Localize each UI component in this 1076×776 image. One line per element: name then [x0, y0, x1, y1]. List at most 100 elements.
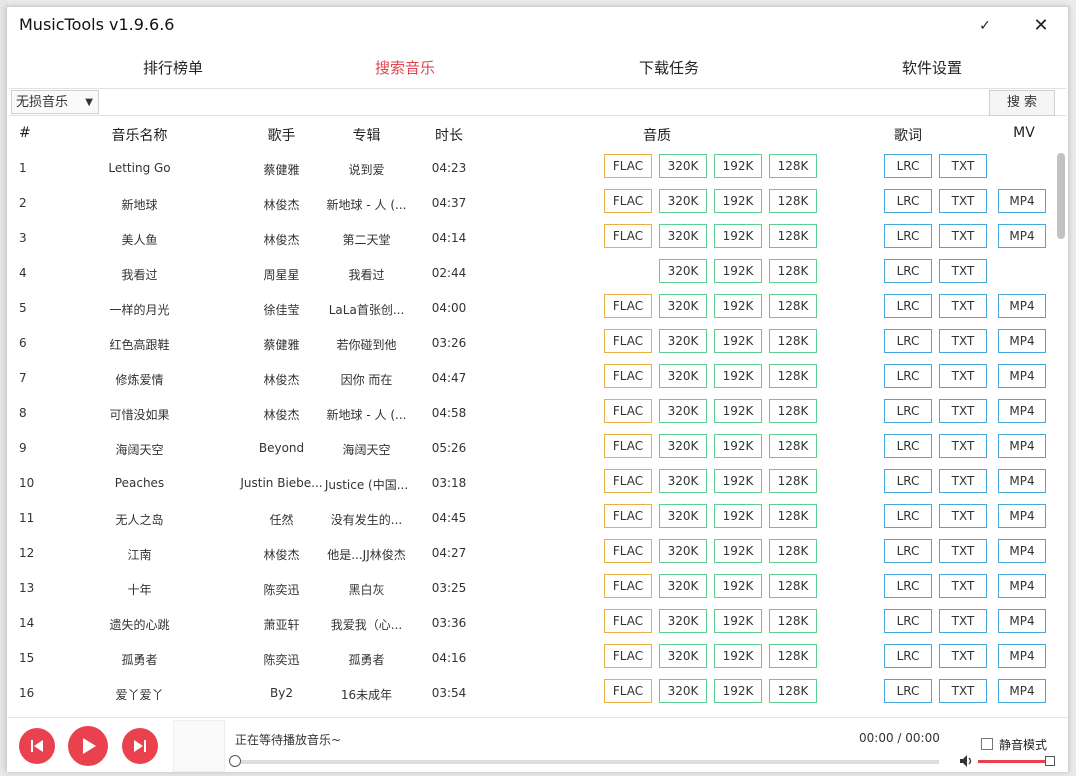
mp4-button[interactable]: MP4	[998, 469, 1046, 493]
song-row[interactable]: 16 爱丫爱丫 By2 16未成年 03:54 FLAC 320K 192K 128K LRC TX…	[7, 676, 1052, 711]
quality-192k-button[interactable]: 192K	[714, 329, 762, 353]
song-row[interactable]: 15 孤勇者 陈奕迅 孤勇者 04:16 FLAC 320K 192K 128K LRC TXT MP…	[7, 641, 1052, 676]
quality-320k-button[interactable]: 320K	[659, 469, 707, 493]
quality-320k-button[interactable]: 320K	[659, 539, 707, 563]
txt-button[interactable]: TXT	[939, 679, 987, 703]
flac-download-button[interactable]: FLAC	[604, 329, 652, 353]
quality-192k-button[interactable]: 192K	[714, 399, 762, 423]
mp4-button[interactable]: MP4	[998, 189, 1046, 213]
quality-128k-button[interactable]: 128K	[769, 504, 817, 528]
tab-search-music[interactable]: 搜索音乐	[335, 47, 475, 92]
quality-128k-button[interactable]: 128K	[769, 364, 817, 388]
quality-320k-button[interactable]: 320K	[659, 434, 707, 458]
txt-button[interactable]: TXT	[939, 154, 987, 178]
flac-download-button[interactable]: FLAC	[604, 189, 652, 213]
volume-handle[interactable]	[1045, 756, 1055, 766]
mp4-button[interactable]: MP4	[998, 504, 1046, 528]
quality-320k-button[interactable]: 320K	[659, 259, 707, 283]
txt-button[interactable]: TXT	[939, 644, 987, 668]
quality-128k-button[interactable]: 128K	[769, 434, 817, 458]
quality-filter-select[interactable]: 无损音乐 ▼	[11, 90, 99, 114]
progress-handle[interactable]	[229, 755, 241, 767]
quality-320k-button[interactable]: 320K	[659, 189, 707, 213]
quality-320k-button[interactable]: 320K	[659, 364, 707, 388]
lrc-button[interactable]: LRC	[884, 294, 932, 318]
song-row[interactable]: 9 海阔天空 Beyond 海阔天空 05:26 FLAC 320K 192K 128K LRC T…	[7, 431, 1052, 466]
txt-button[interactable]: TXT	[939, 574, 987, 598]
quality-192k-button[interactable]: 192K	[714, 644, 762, 668]
list-scrollbar[interactable]	[1057, 153, 1065, 239]
song-row[interactable]: 13 十年 陈奕迅 黑白灰 03:25 FLAC 320K 192K 128K LRC TXT MP4	[7, 571, 1052, 606]
song-row[interactable]: 14 遗失的心跳 萧亚轩 我爱我（心... 03:36 FLAC 320K 192K 128K L…	[7, 606, 1052, 641]
txt-button[interactable]: TXT	[939, 189, 987, 213]
txt-button[interactable]: TXT	[939, 294, 987, 318]
song-row[interactable]: 11 无人之岛 任然 没有发生的... 04:45 FLAC 320K 192K 128K LRC…	[7, 501, 1052, 536]
quality-192k-button[interactable]: 192K	[714, 259, 762, 283]
quality-320k-button[interactable]: 320K	[659, 504, 707, 528]
mp4-button[interactable]: MP4	[998, 364, 1046, 388]
tab-settings[interactable]: 软件设置	[862, 47, 1002, 89]
song-row[interactable]: 2 新地球 林俊杰 新地球 - 人 (... 04:37 FLAC 320K 192K 128K…	[7, 186, 1052, 221]
quality-320k-button[interactable]: 320K	[659, 224, 707, 248]
mp4-button[interactable]: MP4	[998, 679, 1046, 703]
quality-192k-button[interactable]: 192K	[714, 504, 762, 528]
song-row[interactable]: 5 一样的月光 徐佳莹 LaLa首张创... 04:00 FLAC 320K 192K 128K…	[7, 291, 1052, 326]
flac-download-button[interactable]: FLAC	[604, 154, 652, 178]
lrc-button[interactable]: LRC	[884, 329, 932, 353]
lrc-button[interactable]: LRC	[884, 679, 932, 703]
search-input[interactable]	[101, 90, 986, 114]
quality-128k-button[interactable]: 128K	[769, 399, 817, 423]
quality-320k-button[interactable]: 320K	[659, 154, 707, 178]
quality-128k-button[interactable]: 128K	[769, 329, 817, 353]
quality-192k-button[interactable]: 192K	[714, 609, 762, 633]
song-row[interactable]: 12 江南 林俊杰 他是...JJ林俊杰 04:27 FLAC 320K 192K 128K LR…	[7, 536, 1052, 571]
mute-mode-checkbox[interactable]: 静音模式	[981, 736, 1047, 753]
quality-128k-button[interactable]: 128K	[769, 609, 817, 633]
txt-button[interactable]: TXT	[939, 224, 987, 248]
quality-192k-button[interactable]: 192K	[714, 224, 762, 248]
quality-192k-button[interactable]: 192K	[714, 294, 762, 318]
quality-128k-button[interactable]: 128K	[769, 469, 817, 493]
quality-128k-button[interactable]: 128K	[769, 294, 817, 318]
flac-download-button[interactable]: FLAC	[604, 609, 652, 633]
volume-icon[interactable]	[959, 754, 973, 768]
quality-320k-button[interactable]: 320K	[659, 644, 707, 668]
txt-button[interactable]: TXT	[939, 259, 987, 283]
quality-192k-button[interactable]: 192K	[714, 364, 762, 388]
quality-128k-button[interactable]: 128K	[769, 644, 817, 668]
lrc-button[interactable]: LRC	[884, 434, 932, 458]
song-row[interactable]: 6 红色高跟鞋 蔡健雅 若你碰到他 03:26 FLAC 320K 192K 128K LRC TX…	[7, 326, 1052, 361]
quality-320k-button[interactable]: 320K	[659, 574, 707, 598]
flac-download-button[interactable]: FLAC	[604, 224, 652, 248]
flac-download-button[interactable]: FLAC	[604, 679, 652, 703]
quality-320k-button[interactable]: 320K	[659, 679, 707, 703]
lrc-button[interactable]: LRC	[884, 224, 932, 248]
next-button[interactable]	[122, 728, 158, 764]
lrc-button[interactable]: LRC	[884, 539, 932, 563]
txt-button[interactable]: TXT	[939, 504, 987, 528]
quality-192k-button[interactable]: 192K	[714, 189, 762, 213]
lrc-button[interactable]: LRC	[884, 154, 932, 178]
mp4-button[interactable]: MP4	[998, 609, 1046, 633]
quality-192k-button[interactable]: 192K	[714, 574, 762, 598]
close-button[interactable]: ✕	[1027, 13, 1055, 39]
flac-download-button[interactable]: FLAC	[604, 434, 652, 458]
flac-download-button[interactable]: FLAC	[604, 574, 652, 598]
tab-downloads[interactable]: 下载任务	[599, 47, 739, 89]
song-row[interactable]: 4 我看过 周星星 我看过 02:44 320K 192K 128K LRC TXT	[7, 256, 1052, 291]
lrc-button[interactable]: LRC	[884, 399, 932, 423]
txt-button[interactable]: TXT	[939, 399, 987, 423]
play-button[interactable]	[68, 726, 108, 766]
song-row[interactable]: 3 美人鱼 林俊杰 第二天堂 04:14 FLAC 320K 192K 128K LRC TXT MP…	[7, 221, 1052, 256]
quality-192k-button[interactable]: 192K	[714, 539, 762, 563]
song-row[interactable]: 7 修炼爱情 林俊杰 因你 而在 04:47 FLAC 320K 192K 128K LRC TXT…	[7, 361, 1052, 396]
mp4-button[interactable]: MP4	[998, 224, 1046, 248]
txt-button[interactable]: TXT	[939, 609, 987, 633]
flac-download-button[interactable]: FLAC	[604, 294, 652, 318]
mp4-button[interactable]: MP4	[998, 539, 1046, 563]
minimize-button[interactable]: ✓	[971, 13, 999, 39]
quality-128k-button[interactable]: 128K	[769, 259, 817, 283]
song-row[interactable]: 8 可惜没如果 林俊杰 新地球 - 人 (... 04:58 FLAC 320K 192K 12…	[7, 396, 1052, 431]
quality-128k-button[interactable]: 128K	[769, 679, 817, 703]
quality-192k-button[interactable]: 192K	[714, 469, 762, 493]
